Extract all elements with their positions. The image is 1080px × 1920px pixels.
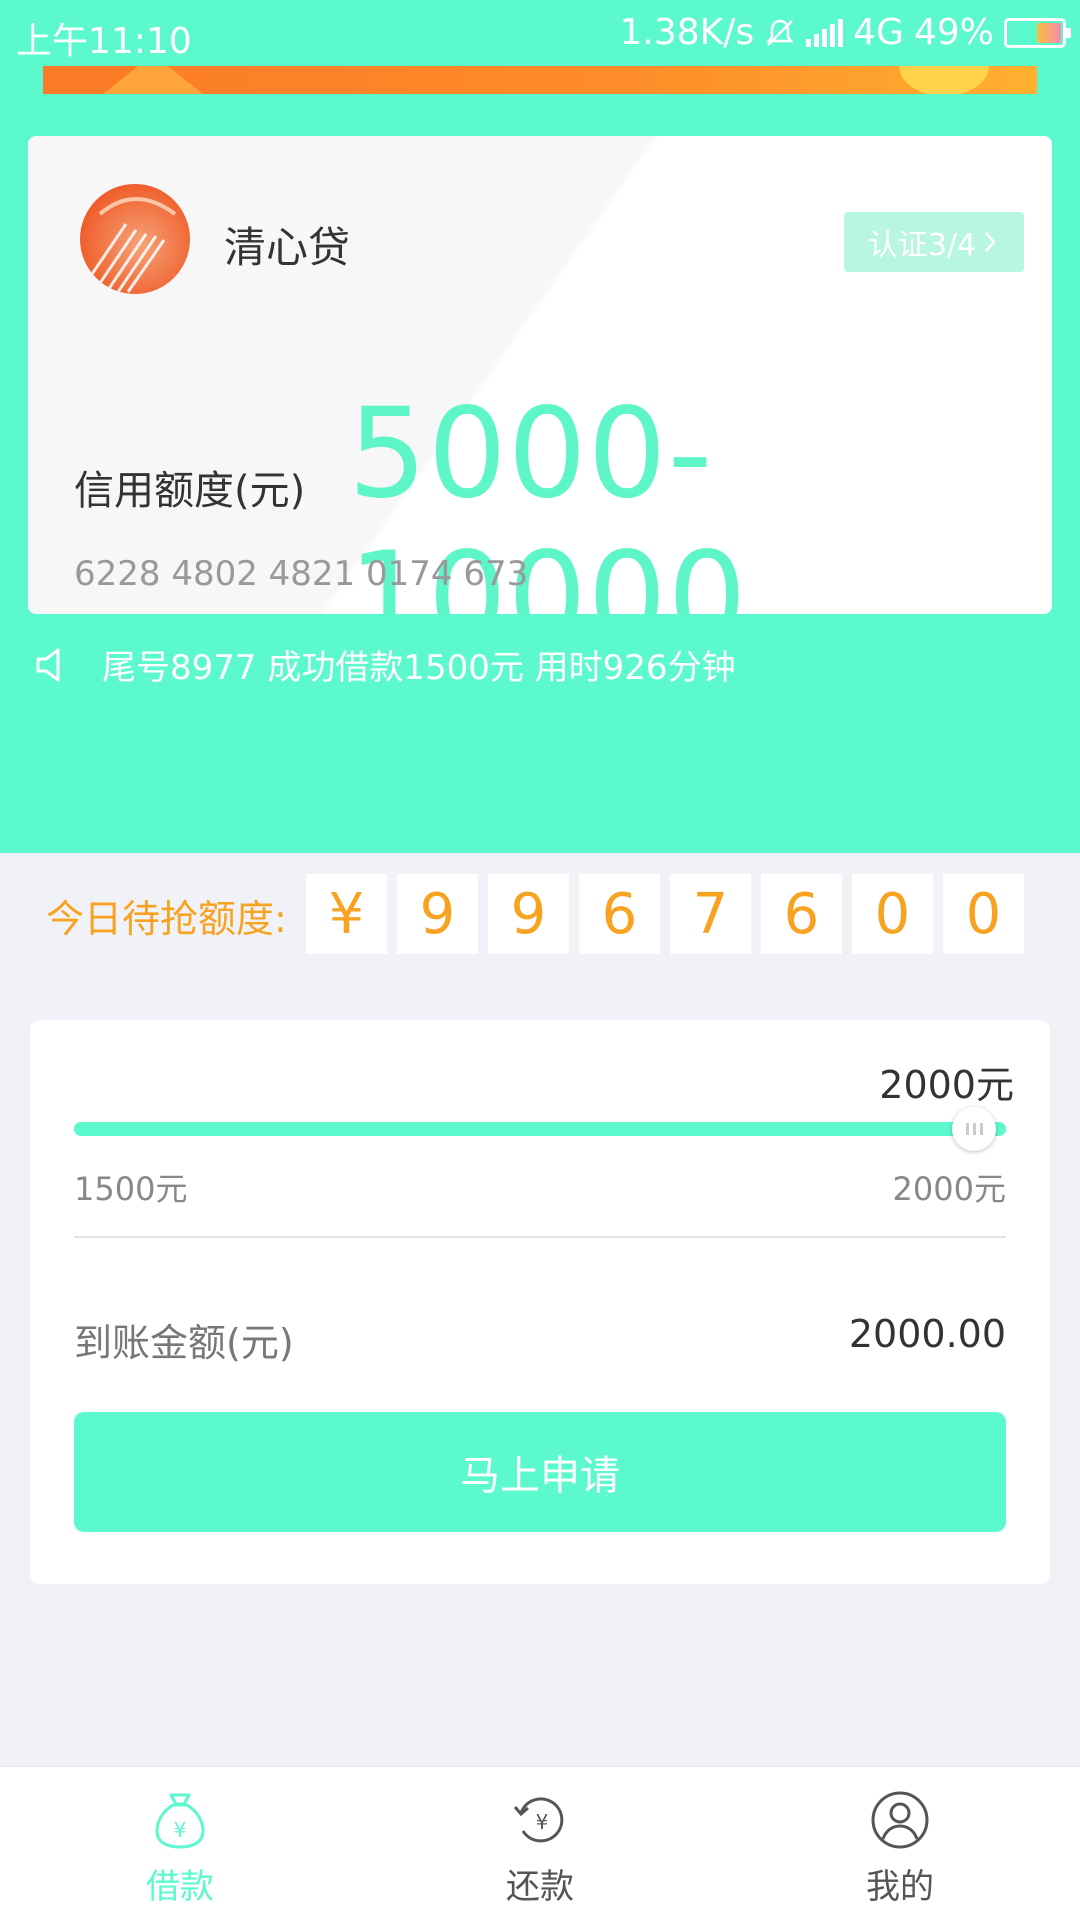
- auth-progress-label: 认证3/4: [867, 228, 977, 263]
- quota-digit: ¥: [306, 874, 387, 954]
- auth-progress-button[interactable]: 认证3/4: [844, 212, 1024, 272]
- apply-now-label: 马上申请: [460, 1453, 620, 1499]
- chevron-right-icon: [985, 232, 996, 252]
- quota-label: 今日待抢额度:: [46, 897, 287, 941]
- status-time: 上午11:10: [16, 21, 192, 62]
- svg-text:¥: ¥: [174, 1818, 187, 1842]
- bottom-nav: ¥ 借款 ¥ 还款 我的: [0, 1766, 1080, 1920]
- money-bag-icon: ¥: [155, 1793, 205, 1849]
- apply-now-button[interactable]: 马上申请: [74, 1412, 1006, 1532]
- arrival-amount-value: 2000.00: [848, 1312, 1006, 1356]
- nav-label-mine: 我的: [866, 1867, 934, 1907]
- status-bar: 上午11:10 1.38K/s 4G 49%: [0, 0, 1080, 66]
- battery-icon: [1004, 17, 1071, 48]
- network-type: 4G: [853, 12, 904, 53]
- credit-card: 清心贷 认证3/4 信用额度(元) 5000-10000 6228 4802 4…: [28, 136, 1052, 614]
- quota-digits: ¥ 9 9 6 7 6 0 0: [306, 874, 1024, 954]
- net-speed: 1.38K/s: [619, 12, 755, 53]
- quota-digit: 6: [579, 874, 660, 954]
- banner-decoration: [103, 66, 203, 94]
- credit-limit-label: 信用额度(元): [74, 468, 306, 514]
- quota-digit: 0: [943, 874, 1024, 954]
- arrival-amount-label: 到账金额(元): [74, 1321, 294, 1365]
- nav-item-repay[interactable]: ¥ 还款: [360, 1767, 720, 1920]
- signal-icon: [806, 18, 844, 47]
- repay-icon: ¥: [513, 1797, 564, 1843]
- notice-bar: 尾号8977 成功借款1500元 用时926分钟: [32, 640, 736, 689]
- battery-percent: 49%: [913, 12, 994, 53]
- nav-label-loan: 借款: [146, 1867, 214, 1907]
- banner-sun: [899, 66, 989, 94]
- selected-amount: 2000元: [879, 1063, 1014, 1107]
- quota-digit: 9: [397, 874, 478, 954]
- amount-slider-handle[interactable]: [952, 1107, 996, 1151]
- nav-item-mine[interactable]: 我的: [720, 1767, 1080, 1920]
- mute-bell-icon: [766, 19, 794, 46]
- nav-item-loan[interactable]: ¥ 借款: [0, 1767, 360, 1920]
- speaker-icon: [36, 648, 60, 681]
- app-name: 清心贷: [224, 223, 351, 272]
- quota-digit: 0: [852, 874, 933, 954]
- amount-slider-track[interactable]: [74, 1122, 1006, 1136]
- loan-panel: 2000元 1500元 2000元 到账金额(元) 2000.00 马上申请: [30, 1020, 1050, 1584]
- quota-digit: 9: [488, 874, 569, 954]
- slider-min-label: 1500元: [74, 1170, 188, 1208]
- nav-label-repay: 还款: [506, 1867, 574, 1907]
- divider: [74, 1236, 1006, 1238]
- today-quota: 今日待抢额度: ¥ 9 9 6 7 6 0 0: [0, 874, 1080, 954]
- promo-banner[interactable]: [43, 66, 1037, 94]
- quota-digit: 6: [761, 874, 842, 954]
- card-number: 6228 4802 4821 0174 673: [74, 554, 529, 594]
- svg-text:¥: ¥: [536, 1810, 549, 1834]
- quota-digit: 7: [670, 874, 751, 954]
- status-right: 1.38K/s 4G 49%: [619, 12, 1071, 53]
- notice-text: 尾号8977 成功借款1500元 用时926分钟: [102, 648, 736, 688]
- slider-max-label: 2000元: [892, 1170, 1006, 1208]
- user-icon: [871, 1791, 929, 1849]
- app-logo: [80, 184, 190, 294]
